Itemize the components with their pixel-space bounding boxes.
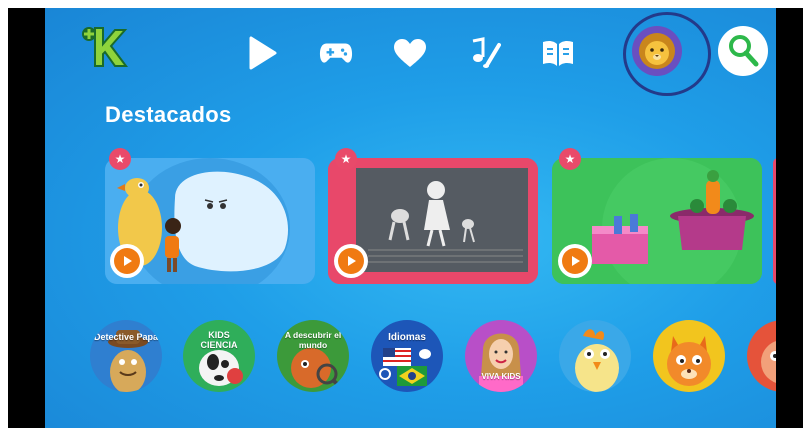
channel-viva-kids[interactable]: VIVA KIDS [465,320,537,392]
app-logo[interactable] [81,24,133,70]
frame-top [0,0,803,8]
favorite-badge: ★ [109,148,131,170]
channel-label: VIVA KIDS [481,372,521,381]
search-icon [729,35,759,67]
channel-partial[interactable] [747,320,776,392]
channel-fox[interactable] [653,320,725,392]
favorite-badge: ★ [559,148,581,170]
channel-idiomas[interactable]: Idiomas [371,320,443,392]
frame-left [0,0,8,433]
music-brush-icon[interactable] [467,36,501,70]
play-icon[interactable] [245,36,279,70]
favorite-badge: ★ [335,148,357,170]
featured-card-partial[interactable] [773,158,776,284]
book-icon[interactable] [541,36,575,70]
play-button[interactable] [110,244,144,278]
section-title-featured: Destacados [105,102,232,127]
search-button[interactable] [718,26,768,76]
channel-label: KIDS CIENCIA [200,330,238,350]
channel-kids-ciencia[interactable]: KIDS CIENCIA [183,320,255,392]
avatar-highlight-ring [623,12,711,96]
channel-a-descubrir-el-mundo[interactable]: A descubrir el mundo [277,320,349,392]
play-button[interactable] [558,244,592,278]
heart-icon[interactable] [393,36,427,70]
channel-label: Detective Papa [93,332,159,342]
channel-detective-papa[interactable]: Detective Papa [90,320,162,392]
channel-label: A descubrir el mundo [284,330,342,350]
play-button[interactable] [334,244,368,278]
channel-label: Idiomas [388,332,426,343]
gamepad-icon[interactable] [319,36,353,70]
frame-bottom [0,428,803,433]
app-screen: Destacados ★ ★ ★ Detective Papa KIDS CIE… [45,8,776,428]
channel-chicken[interactable] [559,320,631,392]
